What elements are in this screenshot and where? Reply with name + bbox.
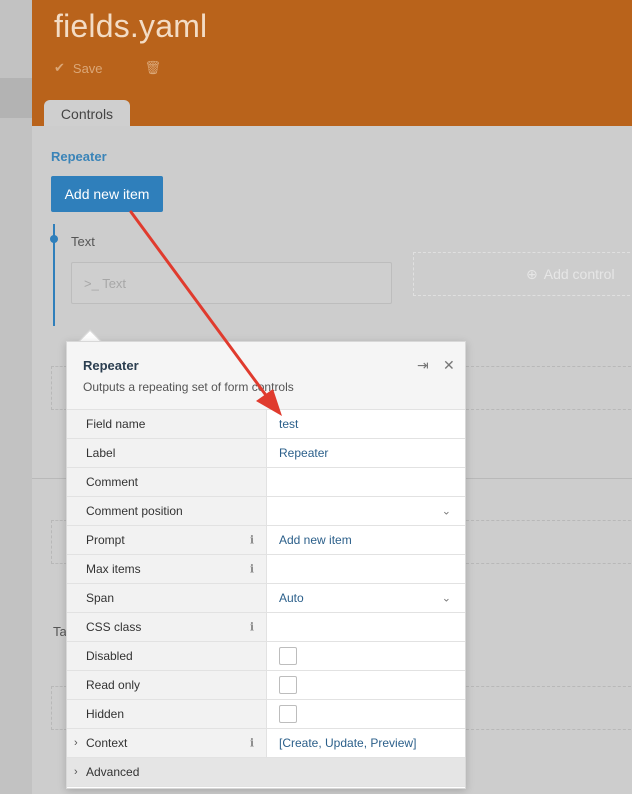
- property-label-text: Prompt: [86, 533, 125, 547]
- property-value[interactable]: ⌄: [267, 497, 465, 525]
- property-label[interactable]: › Context i: [67, 729, 267, 757]
- property-value[interactable]: Repeater: [267, 439, 465, 467]
- property-label[interactable]: › Advanced: [67, 758, 465, 786]
- property-row: Label Repeater: [67, 439, 465, 468]
- property-row: Disabled: [67, 642, 465, 671]
- trash-icon[interactable]: 🗑: [145, 60, 162, 76]
- save-button[interactable]: Save: [73, 61, 103, 76]
- chevron-down-icon[interactable]: ⌄: [442, 505, 451, 518]
- property-label: Prompt i: [67, 526, 267, 554]
- property-label: Disabled: [67, 642, 267, 670]
- pin-icon[interactable]: ⇥: [417, 357, 429, 374]
- control-placeholder-4[interactable]: [466, 520, 632, 564]
- popover-description: Outputs a repeating set of form controls: [83, 380, 294, 394]
- property-label-text: Label: [86, 446, 116, 460]
- field-label-fragment: Ta: [53, 624, 67, 639]
- text-field-label: Text: [71, 234, 95, 249]
- property-label-text: Field name: [86, 417, 146, 431]
- chevron-right-icon[interactable]: ›: [74, 766, 78, 778]
- property-label-text: Advanced: [86, 765, 140, 779]
- property-row: Span Auto ⌄: [67, 584, 465, 613]
- tab-controls[interactable]: Controls: [44, 100, 130, 128]
- add-control-button[interactable]: ⊕ Add control: [413, 252, 632, 296]
- control-placeholder-1[interactable]: [51, 366, 67, 410]
- property-label-text: CSS class: [86, 620, 142, 634]
- property-row: Comment position ⌄: [67, 497, 465, 526]
- info-icon[interactable]: i: [250, 534, 254, 547]
- property-label-text: Disabled: [86, 649, 133, 663]
- property-label-text: Comment: [86, 475, 139, 489]
- property-row: Max items i: [67, 555, 465, 584]
- property-value-text: Repeater: [279, 446, 329, 460]
- property-value[interactable]: [267, 671, 465, 699]
- property-value[interactable]: [267, 613, 465, 641]
- property-label-text: Span: [86, 591, 115, 605]
- property-row: CSS class i: [67, 613, 465, 642]
- control-placeholder-5[interactable]: [51, 686, 67, 730]
- property-label: Read only: [67, 671, 267, 699]
- popover-header: Repeater Outputs a repeating set of form…: [67, 342, 465, 410]
- property-value[interactable]: Auto ⌄: [267, 584, 465, 612]
- property-label-text: Max items: [86, 562, 141, 576]
- repeater-dot: [50, 235, 58, 243]
- property-value-text: Auto: [279, 591, 304, 605]
- checkbox[interactable]: [279, 705, 297, 723]
- property-label: Comment position: [67, 497, 267, 525]
- sidebar-band: [0, 78, 32, 118]
- popover-title: Repeater: [83, 358, 139, 373]
- property-label: Max items i: [67, 555, 267, 583]
- checkbox[interactable]: [279, 676, 297, 694]
- control-placeholder-6[interactable]: [466, 686, 632, 730]
- property-row: Prompt i Add new item: [67, 526, 465, 555]
- property-label-text: Hidden: [86, 707, 125, 721]
- repeater-field-label: Repeater: [51, 149, 107, 164]
- property-row: Read only: [67, 671, 465, 700]
- checkbox[interactable]: [279, 647, 297, 665]
- text-input-placeholder[interactable]: >_ Text: [71, 262, 392, 304]
- property-value[interactable]: test: [267, 410, 465, 438]
- property-row: › Advanced: [67, 758, 465, 787]
- property-value[interactable]: [267, 700, 465, 728]
- properties-table: Field name test Label Repeater Comment Commen…: [67, 410, 465, 787]
- info-icon[interactable]: i: [250, 621, 254, 634]
- checkmark-icon: ✔: [54, 60, 65, 75]
- property-label: Hidden: [67, 700, 267, 728]
- toolbar: ✔ Save 🗑: [54, 60, 161, 76]
- property-value[interactable]: [267, 555, 465, 583]
- chevron-down-icon[interactable]: ⌄: [442, 592, 451, 605]
- info-icon[interactable]: i: [250, 737, 254, 750]
- property-row: › Context i [Create, Update, Preview]: [67, 729, 465, 758]
- property-row: Hidden: [67, 700, 465, 729]
- property-value-text: test: [279, 417, 299, 431]
- info-icon[interactable]: i: [250, 563, 254, 576]
- property-label: Field name: [67, 410, 267, 438]
- property-value[interactable]: [267, 468, 465, 496]
- property-label: Span: [67, 584, 267, 612]
- property-label: Comment: [67, 468, 267, 496]
- repeater-properties-popover: Repeater Outputs a repeating set of form…: [66, 341, 466, 789]
- add-control-label: Add control: [543, 266, 615, 282]
- property-row: Field name test: [67, 410, 465, 439]
- property-value[interactable]: [Create, Update, Preview]: [267, 729, 465, 757]
- plus-circle-icon: ⊕: [526, 265, 538, 282]
- property-label: CSS class i: [67, 613, 267, 641]
- property-value-text: [Create, Update, Preview]: [279, 736, 417, 750]
- chevron-right-icon[interactable]: ›: [74, 737, 78, 749]
- close-icon[interactable]: ✕: [443, 357, 455, 374]
- page-title: fields.yaml: [54, 8, 208, 44]
- control-placeholder-2[interactable]: [466, 366, 632, 410]
- left-sidebar: [0, 0, 32, 794]
- control-placeholder-3[interactable]: [51, 520, 67, 564]
- property-label-text: Comment position: [86, 504, 183, 518]
- property-value[interactable]: [267, 642, 465, 670]
- property-label-text: Context: [86, 736, 128, 750]
- add-new-item-button[interactable]: Add new item: [51, 176, 163, 212]
- property-value-text: Add new item: [279, 533, 352, 547]
- property-label: Label: [67, 439, 267, 467]
- property-row: Comment: [67, 468, 465, 497]
- property-label-text: Read only: [86, 678, 141, 692]
- property-value[interactable]: Add new item: [267, 526, 465, 554]
